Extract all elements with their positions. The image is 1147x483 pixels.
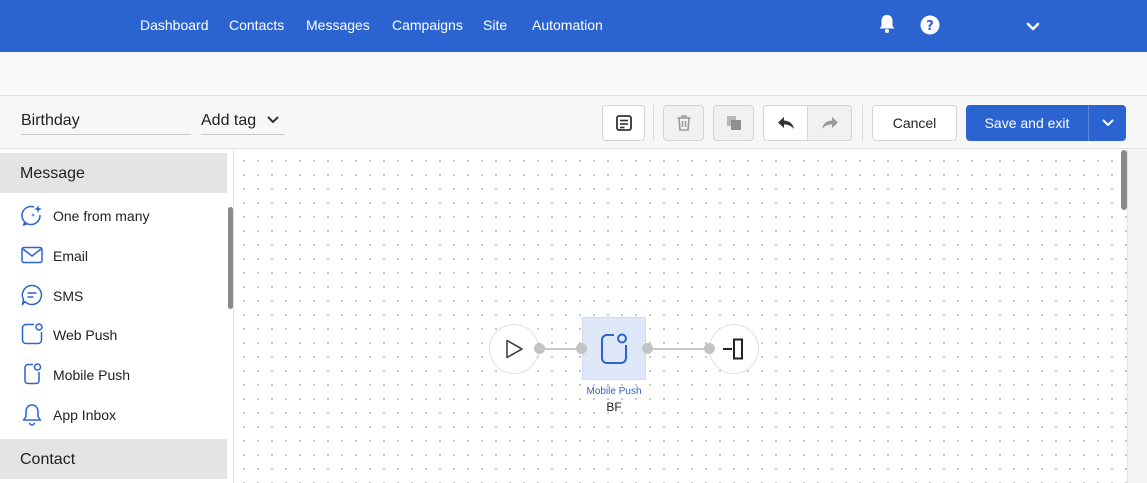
bell-outline-icon xyxy=(22,404,42,426)
toolbar-divider xyxy=(862,105,863,141)
block-sms[interactable]: SMS xyxy=(0,276,227,314)
envelope-icon xyxy=(21,246,43,264)
node-name-label: BF xyxy=(606,400,622,414)
nav-campaigns[interactable]: Campaigns xyxy=(392,17,463,33)
redo-icon xyxy=(821,117,838,129)
save-and-exit-button[interactable]: Save and exit xyxy=(966,105,1088,141)
block-web-push[interactable]: Web Push xyxy=(0,315,227,353)
block-label: Mobile Push xyxy=(53,367,131,383)
node-type-label: Mobile Push xyxy=(586,386,642,397)
block-app-inbox[interactable]: App Inbox xyxy=(0,395,227,433)
section-header-message[interactable]: Message xyxy=(0,153,227,193)
note-icon xyxy=(615,115,632,131)
start-node[interactable] xyxy=(489,324,539,374)
block-label: Web Push xyxy=(53,327,118,343)
play-icon xyxy=(506,339,523,359)
mobile-push-icon xyxy=(24,363,42,385)
bell-icon[interactable] xyxy=(878,14,896,39)
block-label: Email xyxy=(53,248,89,264)
block-mobile-push[interactable]: Mobile Push xyxy=(0,355,227,393)
nav-contacts[interactable]: Contacts xyxy=(229,17,284,33)
add-tag-label: Add tag xyxy=(201,112,257,129)
mobile-push-icon xyxy=(601,333,627,364)
redo-button[interactable] xyxy=(807,105,852,141)
chevron-down-icon xyxy=(1102,119,1113,126)
connector-port[interactable] xyxy=(534,343,545,354)
toolbar-divider xyxy=(653,105,654,141)
nav-messages[interactable]: Messages xyxy=(306,17,370,33)
mobile-push-node[interactable] xyxy=(582,317,646,380)
block-palette-sidebar: Message One from many Email SMS Web Push… xyxy=(0,149,234,483)
sidebar-scrollbar[interactable] xyxy=(228,207,233,309)
undo-button[interactable] xyxy=(763,105,808,141)
section-header-contact[interactable]: Contact xyxy=(0,439,227,479)
trash-icon xyxy=(677,115,690,131)
copy-icon xyxy=(726,116,741,130)
nav-dashboard[interactable]: Dashboard xyxy=(140,17,209,33)
exit-icon xyxy=(723,338,743,360)
svg-text:?: ? xyxy=(926,19,934,34)
block-label: SMS xyxy=(53,288,84,304)
workflow-canvas[interactable] xyxy=(234,149,1127,483)
exit-node[interactable] xyxy=(709,324,759,374)
block-label: One from many xyxy=(53,208,150,224)
block-label: App Inbox xyxy=(53,407,117,423)
block-one-from-many[interactable]: One from many xyxy=(0,196,227,234)
add-tag-dropdown[interactable]: Add tag xyxy=(201,108,285,135)
block-email[interactable]: Email xyxy=(0,236,227,274)
nav-site[interactable]: Site xyxy=(483,17,507,33)
help-icon[interactable]: ? xyxy=(920,15,940,40)
canvas-scrollbar[interactable] xyxy=(1121,150,1127,210)
undo-icon xyxy=(777,117,794,129)
chevron-down-icon xyxy=(267,116,279,123)
connector-line xyxy=(647,348,709,350)
editor-toolbar: Add tag Cancel Save and exit xyxy=(0,95,1147,149)
canvas-scrollbar-track[interactable] xyxy=(1127,149,1147,483)
chevron-down-icon[interactable] xyxy=(1026,19,1040,37)
nav-automation[interactable]: Automation xyxy=(532,17,603,33)
copy-button[interactable] xyxy=(713,105,754,141)
delete-button[interactable] xyxy=(663,105,704,141)
note-button[interactable] xyxy=(602,105,645,141)
web-push-icon xyxy=(21,323,43,345)
chat-bubble-icon xyxy=(21,284,43,306)
save-options-dropdown[interactable] xyxy=(1088,105,1126,141)
automation-name-input[interactable] xyxy=(21,108,191,135)
connector-port[interactable] xyxy=(704,343,715,354)
connector-port[interactable] xyxy=(576,343,587,354)
sparkle-chat-icon xyxy=(21,205,42,226)
cancel-button[interactable]: Cancel xyxy=(872,105,957,141)
top-navigation-bar: Dashboard Contacts Messages Campaigns Si… xyxy=(0,0,1147,52)
connector-port[interactable] xyxy=(642,343,653,354)
